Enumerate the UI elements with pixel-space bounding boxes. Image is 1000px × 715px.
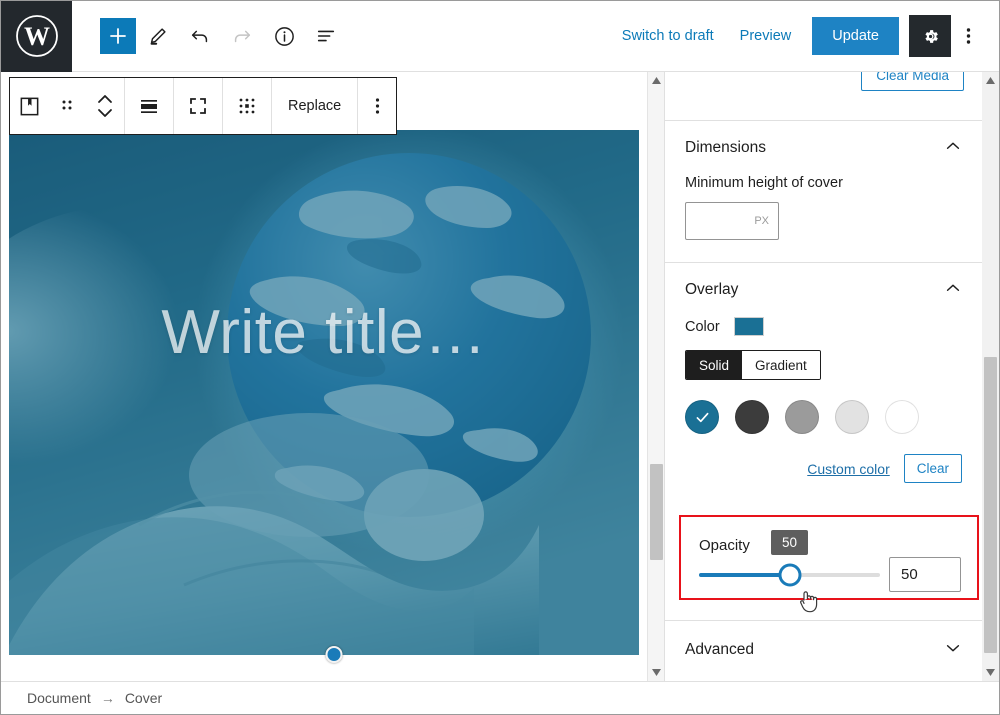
min-height-label: Minimum height of cover: [685, 175, 843, 191]
palette-swatch-medium-gray[interactable]: [785, 400, 819, 434]
editor-scrollbar-thumb[interactable]: [650, 464, 663, 560]
replace-media-button[interactable]: Replace: [272, 78, 357, 134]
switch-to-draft-button[interactable]: Switch to draft: [609, 20, 727, 52]
edit-mode-pencil-icon[interactable]: [138, 16, 178, 56]
top-bar-right-tools: Switch to draft Preview Update: [609, 15, 999, 57]
redo-arrow-icon[interactable]: [222, 16, 262, 56]
clear-media-container: Clear Media: [861, 72, 964, 91]
top-bar-left-tools: [72, 16, 346, 56]
min-height-unit: PX: [754, 215, 769, 227]
custom-color-link[interactable]: Custom color: [807, 461, 889, 477]
drag-handle-dots-icon[interactable]: [48, 78, 86, 134]
update-button[interactable]: Update: [812, 17, 899, 55]
opacity-number-input[interactable]: 50: [889, 557, 961, 592]
opacity-slider-thumb[interactable]: [778, 563, 801, 587]
overlay-color-swatch[interactable]: [733, 317, 764, 336]
palette-swatch-dark-gray[interactable]: [735, 400, 769, 434]
cover-block[interactable]: Write title…: [9, 130, 639, 655]
overlay-color-palette: [685, 400, 962, 434]
block-more-options-icon[interactable]: [358, 78, 396, 134]
chevron-up-icon[interactable]: [944, 137, 962, 160]
svg-text:W: W: [24, 22, 50, 51]
settings-gear-icon[interactable]: [909, 15, 951, 57]
cover-color-overlay: [9, 130, 639, 655]
tab-gradient[interactable]: Gradient: [742, 351, 820, 379]
opacity-slider[interactable]: [699, 563, 880, 587]
palette-swatch-blue[interactable]: [685, 400, 719, 434]
wordpress-logo-icon[interactable]: W: [1, 1, 72, 72]
breadcrumb-cover[interactable]: Cover: [125, 690, 162, 706]
advanced-panel-title: Advanced: [685, 641, 754, 658]
editor-top-bar: W Switch to draft Preview Update: [1, 1, 999, 72]
dimensions-panel-body: Minimum height of cover PX: [685, 175, 962, 262]
block-toolbar: Replace: [9, 77, 398, 135]
overlay-panel-body: Color Solid Gradient Custom color Clear: [685, 317, 962, 505]
block-settings-sidebar: Clear Media Dimensions Minimum height of…: [664, 72, 982, 681]
clear-media-button[interactable]: Clear Media: [861, 72, 964, 91]
focal-point-grid-icon[interactable]: [223, 78, 271, 134]
breadcrumb-separator: →: [100, 690, 115, 706]
dimensions-panel: Dimensions Minimum height of cover PX: [665, 120, 982, 262]
fullscreen-corners-icon[interactable]: [174, 78, 222, 134]
clear-color-button[interactable]: Clear: [903, 454, 962, 483]
cover-resize-handle[interactable]: [325, 646, 343, 663]
sidebar-scrollbar[interactable]: [982, 72, 999, 681]
overlay-color-actions: Custom color Clear: [685, 454, 962, 483]
undo-arrow-icon[interactable]: [180, 16, 220, 56]
opacity-control-highlight: Opacity 50 50: [679, 515, 979, 613]
opacity-slider-fill: [699, 573, 790, 577]
breadcrumb-document[interactable]: Document: [27, 690, 91, 706]
scroll-up-arrow-icon[interactable]: [648, 72, 665, 89]
cover-block-icon[interactable]: [10, 78, 48, 134]
breadcrumb-status-bar: Document → Cover: [1, 681, 999, 714]
dimensions-panel-header[interactable]: Dimensions: [685, 121, 962, 175]
add-block-button[interactable]: [100, 18, 136, 54]
sidebar-scroll-down-arrow-icon[interactable]: [982, 664, 999, 681]
overlay-color-label: Color: [685, 318, 720, 335]
overlay-panel: Overlay Color Solid Gradient Custom colo…: [665, 262, 982, 505]
cover-title-placeholder[interactable]: Write title…: [9, 302, 639, 364]
dimensions-panel-title: Dimensions: [685, 139, 766, 156]
editor-scrollbar[interactable]: [647, 72, 664, 681]
chevron-down-icon[interactable]: [944, 639, 962, 662]
wordpress-block-editor: W Switch to draft Preview Update Replace…: [0, 0, 1000, 715]
scroll-down-arrow-icon[interactable]: [648, 664, 665, 681]
preview-button[interactable]: Preview: [727, 20, 805, 52]
opacity-label: Opacity: [699, 537, 750, 554]
sidebar-scroll-up-arrow-icon[interactable]: [982, 72, 999, 89]
document-info-icon[interactable]: [264, 16, 304, 56]
list-view-icon[interactable]: [306, 16, 346, 56]
change-alignment-icon[interactable]: [125, 78, 173, 134]
overlay-color-row: Color: [685, 317, 962, 336]
advanced-panel-header[interactable]: Advanced: [685, 621, 962, 679]
palette-swatch-white[interactable]: [885, 400, 919, 434]
tab-solid[interactable]: Solid: [686, 351, 743, 379]
more-options-kebab-icon[interactable]: [951, 16, 985, 56]
editor-canvas: Replace Write title…: [1, 72, 647, 681]
palette-swatch-light-gray[interactable]: [835, 400, 869, 434]
sidebar-scrollbar-thumb[interactable]: [984, 357, 997, 653]
opacity-number-value: 50: [901, 566, 918, 583]
move-up-down-arrows-icon[interactable]: [86, 78, 124, 134]
overlay-panel-header[interactable]: Overlay: [685, 263, 962, 317]
overlay-panel-title: Overlay: [685, 281, 739, 298]
chevron-up-icon[interactable]: [944, 279, 962, 302]
min-height-input[interactable]: PX: [685, 202, 779, 240]
overlay-color-type-tabs: Solid Gradient: [685, 350, 821, 380]
advanced-panel: Advanced: [665, 620, 982, 679]
opacity-value-tooltip: 50: [771, 530, 809, 555]
